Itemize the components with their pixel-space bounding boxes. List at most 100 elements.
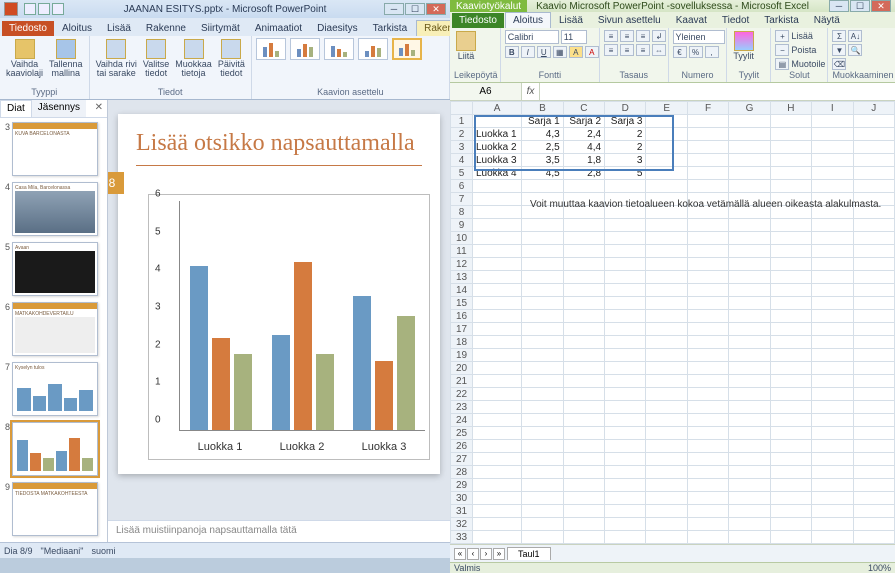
cell[interactable] — [770, 297, 811, 310]
cell[interactable] — [853, 362, 894, 375]
format-cells-icon[interactable]: ▤ — [775, 58, 789, 70]
cell[interactable] — [687, 375, 728, 388]
cell[interactable] — [812, 115, 853, 128]
cell[interactable] — [729, 375, 770, 388]
cell[interactable] — [853, 453, 894, 466]
cell[interactable] — [563, 401, 604, 414]
cell[interactable] — [563, 518, 604, 531]
layout-option[interactable] — [290, 38, 320, 60]
slide-thumb[interactable]: 5Avaan — [2, 242, 105, 296]
cell[interactable] — [853, 492, 894, 505]
cell[interactable] — [770, 154, 811, 167]
cell[interactable] — [770, 401, 811, 414]
cell[interactable] — [522, 531, 563, 544]
cell[interactable] — [812, 440, 853, 453]
cell[interactable] — [812, 219, 853, 232]
row-header[interactable]: 18 — [451, 336, 473, 349]
row-header[interactable]: 4 — [451, 154, 473, 167]
cell[interactable] — [646, 531, 687, 544]
tab-tarkista[interactable]: Tarkista — [757, 13, 805, 28]
row-header[interactable]: 6 — [451, 180, 473, 193]
tab-lisaa[interactable]: Lisää — [100, 21, 138, 36]
cell[interactable] — [853, 349, 894, 362]
tab-tarkista[interactable]: Tarkista — [366, 21, 414, 36]
cell[interactable] — [522, 258, 563, 271]
sheet-tab[interactable]: Taul1 — [507, 547, 551, 560]
cell[interactable] — [853, 180, 894, 193]
row-header[interactable]: 14 — [451, 284, 473, 297]
cell[interactable] — [853, 336, 894, 349]
cell[interactable] — [812, 180, 853, 193]
fx-icon[interactable]: fx — [522, 83, 540, 100]
cell[interactable] — [473, 466, 522, 479]
cell[interactable] — [812, 362, 853, 375]
cell[interactable] — [522, 284, 563, 297]
cell[interactable] — [812, 453, 853, 466]
cell[interactable] — [646, 388, 687, 401]
cell[interactable] — [563, 492, 604, 505]
cell[interactable] — [605, 297, 646, 310]
cell[interactable] — [853, 219, 894, 232]
row-header[interactable]: 17 — [451, 323, 473, 336]
cell[interactable] — [522, 362, 563, 375]
row-header[interactable]: 16 — [451, 310, 473, 323]
cell[interactable] — [646, 141, 687, 154]
cell[interactable] — [853, 323, 894, 336]
slide-thumb[interactable]: 6MATKAKOHDEVERTAILU — [2, 302, 105, 356]
row-header[interactable]: 31 — [451, 505, 473, 518]
cell[interactable] — [473, 193, 522, 206]
styles-button[interactable]: Tyylit — [731, 30, 756, 62]
name-box[interactable]: A6 — [450, 83, 522, 100]
cell[interactable] — [605, 440, 646, 453]
cell[interactable] — [563, 362, 604, 375]
slide-thumb[interactable]: 4Casa Mila, Barcelonassa — [2, 182, 105, 236]
align-bot-icon[interactable]: ≡ — [636, 30, 650, 42]
tab-aloitus[interactable]: Aloitus — [55, 21, 99, 36]
save-icon[interactable] — [24, 3, 36, 15]
cell[interactable] — [563, 284, 604, 297]
title-placeholder[interactable]: Lisää otsikko napsauttamalla — [118, 114, 440, 165]
cell[interactable] — [605, 453, 646, 466]
cell[interactable] — [687, 297, 728, 310]
cell[interactable] — [522, 518, 563, 531]
cell[interactable]: 3,5 — [522, 154, 563, 167]
cell[interactable] — [729, 323, 770, 336]
cell[interactable] — [812, 323, 853, 336]
cell[interactable] — [605, 323, 646, 336]
col-header[interactable]: C — [563, 102, 604, 115]
cell[interactable] — [770, 375, 811, 388]
cell[interactable] — [522, 479, 563, 492]
cell[interactable] — [770, 388, 811, 401]
cell[interactable] — [687, 349, 728, 362]
row-header[interactable]: 32 — [451, 518, 473, 531]
tab-kaavat[interactable]: Kaavat — [669, 13, 714, 28]
minimize-button[interactable]: ─ — [829, 0, 849, 12]
align-mid-icon[interactable]: ≡ — [620, 30, 634, 42]
edit-data-button[interactable]: Muokkaa tietoja — [173, 38, 214, 79]
cell[interactable] — [812, 414, 853, 427]
fill-color-button[interactable]: A — [569, 46, 583, 58]
cell[interactable] — [473, 375, 522, 388]
row-header[interactable]: 28 — [451, 466, 473, 479]
row-header[interactable]: 22 — [451, 388, 473, 401]
cell[interactable] — [853, 115, 894, 128]
cell[interactable]: 5 — [605, 167, 646, 180]
cell[interactable] — [853, 440, 894, 453]
cell[interactable] — [729, 310, 770, 323]
cell[interactable] — [605, 492, 646, 505]
cell[interactable] — [812, 427, 853, 440]
cell[interactable] — [853, 141, 894, 154]
cell[interactable] — [473, 531, 522, 544]
cell[interactable] — [812, 349, 853, 362]
cell[interactable] — [687, 258, 728, 271]
cell[interactable] — [646, 479, 687, 492]
cell[interactable] — [770, 323, 811, 336]
cell[interactable] — [770, 414, 811, 427]
cell[interactable] — [605, 505, 646, 518]
row-header[interactable]: 15 — [451, 297, 473, 310]
cell[interactable] — [687, 271, 728, 284]
cell[interactable] — [729, 531, 770, 544]
cell[interactable] — [522, 180, 563, 193]
cell[interactable] — [646, 310, 687, 323]
cell[interactable] — [812, 258, 853, 271]
